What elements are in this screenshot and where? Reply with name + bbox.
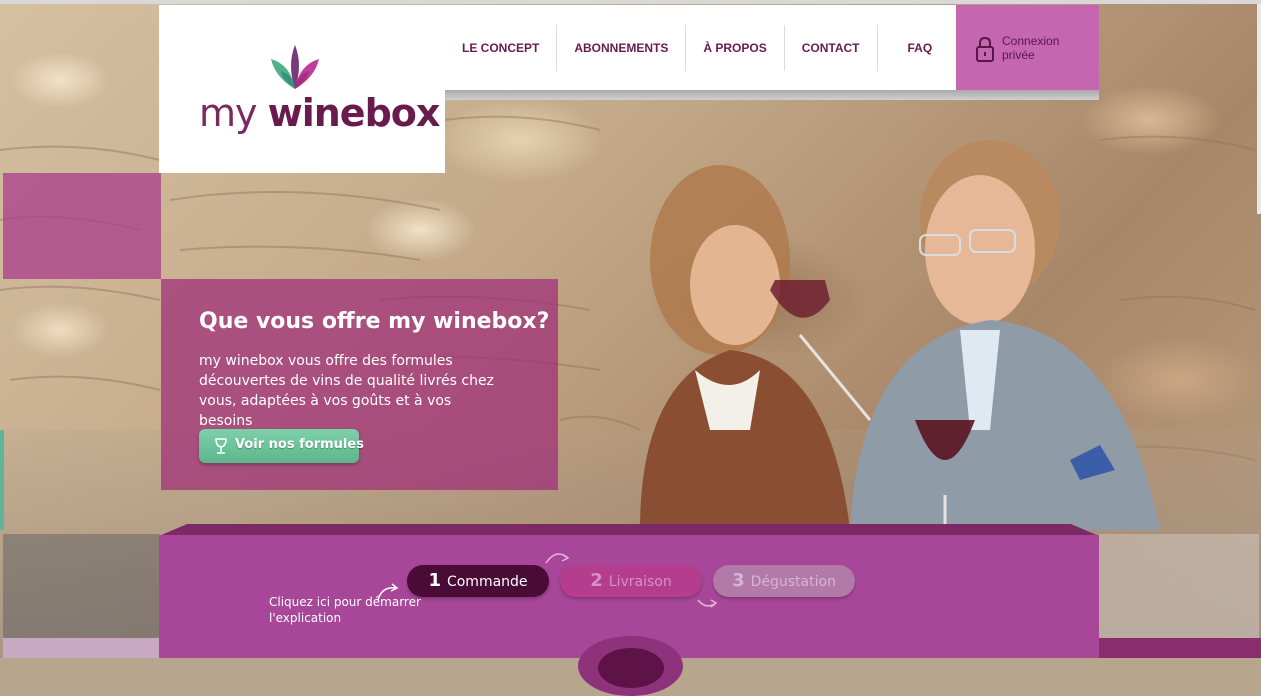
step-degustation[interactable]: 3 Dégustation [713,565,855,597]
hero-panel: Que vous offre my winebox? my winebox vo… [161,279,558,490]
decorative-pink-block [3,173,161,279]
explanation-circle-inner [598,648,664,688]
browser-frame-right [1257,4,1261,214]
browser-frame-top [0,0,1261,4]
logo-leaves-icon [271,45,319,89]
step-livraison[interactable]: 2 Livraison [560,565,702,597]
nav-item-concept[interactable]: LE CONCEPT [445,24,558,71]
step-commande[interactable]: 1 Commande [407,565,549,597]
step-3-label: Dégustation [750,574,836,590]
main-nav: LE CONCEPT ABONNEMENTS À PROPOS CONTACT … [445,5,956,90]
step-1-label: Commande [446,574,528,590]
login-label: Connexion privée [1002,34,1060,62]
decorative-left-lower-bottom [3,638,159,658]
decorative-right-strip-bottom [1099,638,1261,658]
login-button[interactable]: Connexion privée [956,5,1099,90]
nav-item-abonnements[interactable]: ABONNEMENTS [557,24,687,71]
hero-title: Que vous offre my winebox? [199,309,550,334]
nav-item-faq[interactable]: FAQ [878,25,950,71]
wine-glass-icon [215,438,227,454]
nav-item-contact[interactable]: CONTACT [785,24,878,71]
logo-box[interactable]: my winebox [159,5,445,173]
logo-my: my [199,91,258,135]
decorative-teal-strip [0,430,4,530]
step-2-label: Livraison [608,574,672,590]
voir-formules-label: Voir nos formules [235,437,364,452]
nav-shadow [445,90,1099,100]
couple-photo [640,140,1160,530]
logo-wordmark: my winebox [199,91,441,135]
lock-icon [976,36,994,62]
decorative-right-strip [1099,534,1259,638]
decorative-left-lower [3,534,159,638]
nav-item-a-propos[interactable]: À PROPOS [686,24,785,71]
step-1-number: 1 [428,570,441,591]
hero-description: my winebox vous offre des formules décou… [199,353,494,429]
logo-winebox: winebox [267,91,441,135]
step-2-number: 2 [590,570,603,591]
start-explanation-hint[interactable]: Cliquez ici pour démarrer l'explication [269,594,429,626]
step-3-number: 3 [732,570,745,591]
voir-formules-button[interactable]: Voir nos formules [199,429,364,463]
